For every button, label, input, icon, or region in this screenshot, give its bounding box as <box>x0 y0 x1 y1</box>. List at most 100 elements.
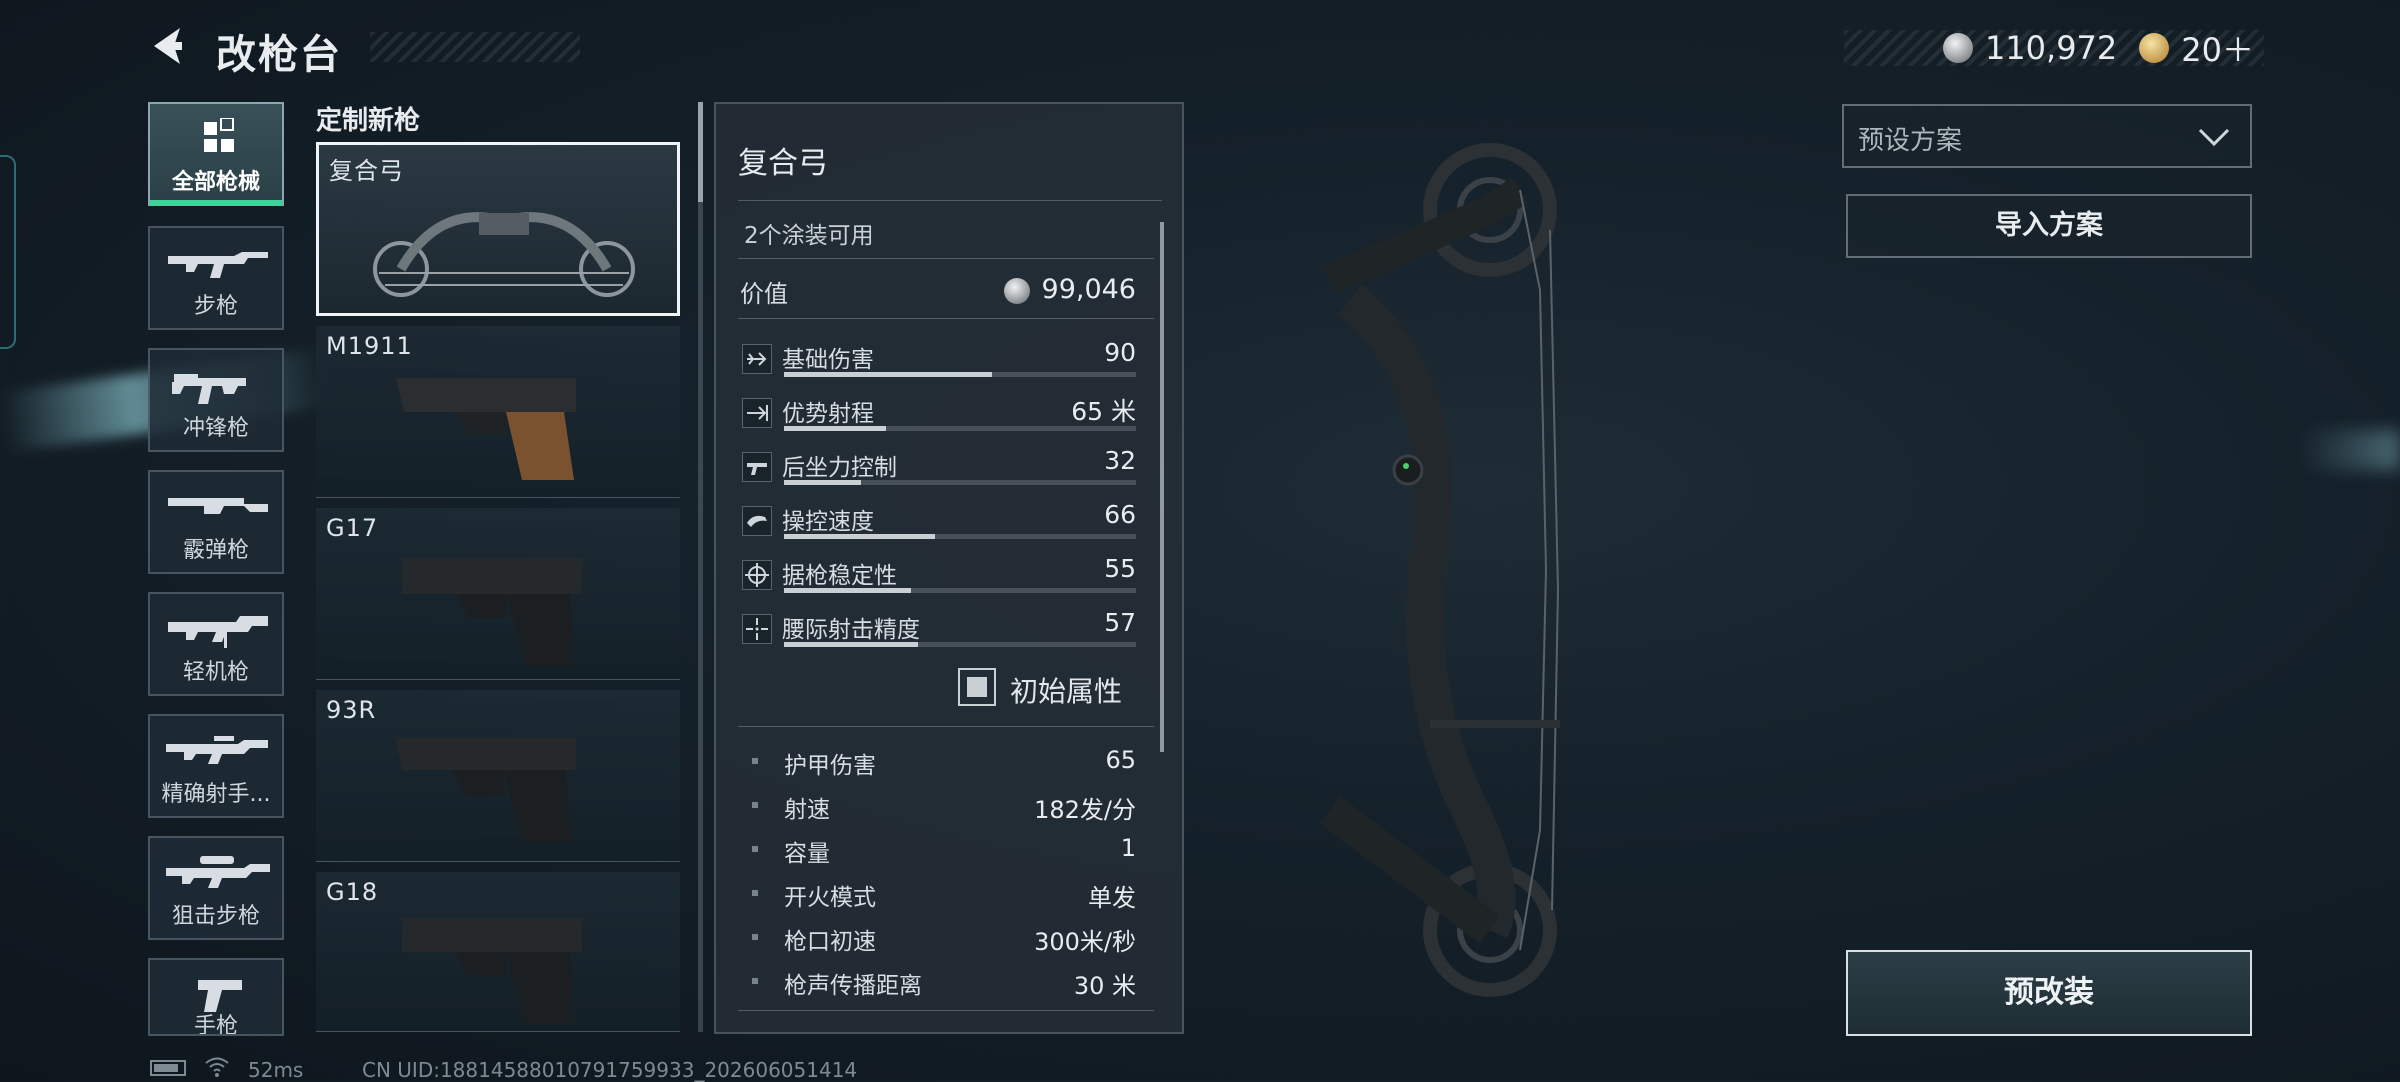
category-label: 冲锋枪 <box>182 416 249 441</box>
import-preset-button[interactable]: 导入方案 <box>1846 194 2252 258</box>
weapon-name: G17 <box>326 514 379 542</box>
weapon-detail-title: 复合弓 <box>738 146 828 181</box>
attr-label: 容量 <box>784 841 830 867</box>
attr-value: 182发/分 <box>1034 796 1136 824</box>
side-drawer-handle[interactable] <box>0 155 16 349</box>
category-smg[interactable]: 冲锋枪 <box>148 348 284 452</box>
divider <box>738 200 1162 201</box>
list-scrollbar[interactable] <box>698 102 703 1032</box>
ping-text: 52ms <box>248 1058 304 1082</box>
damage-icon <box>742 344 772 374</box>
stat-bar-fill <box>784 534 936 539</box>
stat-bar-fill <box>784 372 992 377</box>
bullet-icon <box>752 934 758 940</box>
shotgun-icon <box>168 498 268 514</box>
title-decoration <box>370 32 580 62</box>
stat-value: 32 <box>1104 446 1136 475</box>
gold-amount: 20＋ <box>2181 31 2254 69</box>
stat-bar-fill <box>784 588 911 593</box>
stat-value: 66 <box>1104 500 1136 529</box>
category-label: 步枪 <box>193 294 238 319</box>
stat-label: 基础伤害 <box>782 347 874 373</box>
stat-label: 据枪稳定性 <box>782 563 897 589</box>
stat-bar <box>784 642 1136 647</box>
compound-bow-render[interactable] <box>1290 130 1670 1010</box>
category-dmr[interactable]: 精确射手... <box>148 714 284 818</box>
silver-coin-icon <box>1942 33 1973 63</box>
divider <box>738 1010 1154 1011</box>
bullet-icon <box>752 978 758 984</box>
stat-bar-fill <box>784 426 887 431</box>
weapon-value: 99,046 <box>1041 274 1136 305</box>
category-rifle[interactable]: 步枪 <box>148 226 284 330</box>
stat-label: 优势射程 <box>782 401 874 427</box>
premod-button[interactable]: 预改装 <box>1846 950 2252 1036</box>
pistol-image <box>396 738 576 842</box>
gold-coin-icon <box>2139 33 2170 63</box>
stat-bar <box>784 588 1136 593</box>
divider <box>738 726 1154 727</box>
skins-available-text: 2个涂装可用 <box>744 223 874 249</box>
hipfire-icon <box>742 614 772 644</box>
category-sniper[interactable]: 狙击步枪 <box>148 836 284 940</box>
list-scroll-thumb[interactable] <box>698 102 703 202</box>
category-label: 全部枪械 <box>171 170 260 195</box>
page-title: 改枪台 <box>216 32 342 78</box>
category-label: 轻机枪 <box>182 660 249 685</box>
category-shotgun[interactable]: 霰弹枪 <box>148 470 284 574</box>
weapon-card-93r[interactable]: 93R <box>316 690 680 862</box>
weapon-name: 93R <box>326 696 377 724</box>
recoil-icon <box>742 452 772 482</box>
weapon-card-compound-bow[interactable]: 复合弓 <box>316 142 680 316</box>
sniper-icon <box>166 856 270 888</box>
grid-icon <box>204 118 234 152</box>
attr-value: 1 <box>1120 834 1136 862</box>
attr-label: 枪口初速 <box>784 929 876 955</box>
stat-label: 后坐力控制 <box>782 455 897 481</box>
back-button[interactable] <box>146 22 194 70</box>
attr-label: 护甲伤害 <box>784 753 876 779</box>
currency-bar: 110,972 20＋ <box>1844 29 2264 69</box>
stat-value: 57 <box>1104 608 1136 637</box>
rifle-icon <box>168 252 268 278</box>
import-label: 导入方案 <box>1995 210 2103 241</box>
stat-value: 65 米 <box>1071 397 1136 426</box>
preset-dropdown[interactable]: 预设方案 <box>1842 104 2252 168</box>
attr-value: 300米/秒 <box>1034 928 1136 956</box>
attr-label: 开火模式 <box>784 885 876 911</box>
handling-icon <box>742 506 772 536</box>
weapon-card-g17[interactable]: G17 <box>316 508 680 680</box>
attr-value: 65 <box>1105 746 1136 774</box>
bullet-icon <box>752 802 758 808</box>
stat-value: 90 <box>1104 338 1136 367</box>
range-icon <box>742 398 772 428</box>
detail-scrollbar[interactable] <box>1160 222 1164 752</box>
pistol-image <box>402 918 582 1024</box>
attr-label: 射速 <box>784 797 830 823</box>
smg-icon <box>172 374 246 404</box>
chevron-down-icon <box>2198 128 2230 147</box>
attr-value: 单发 <box>1088 884 1136 912</box>
category-lmg[interactable]: 轻机枪 <box>148 592 284 696</box>
list-title: 定制新枪 <box>316 106 421 136</box>
stat-label: 操控速度 <box>782 509 874 535</box>
uid-text: CN UID:18814588010791759933_202606051414 <box>362 1058 858 1082</box>
category-pistol[interactable]: 手枪 <box>148 958 284 1036</box>
attr-label: 枪声传播距离 <box>784 973 922 999</box>
weapon-card-m1911[interactable]: M1911 <box>316 326 680 498</box>
stability-icon <box>742 560 772 590</box>
category-all[interactable]: 全部枪械 <box>148 102 284 206</box>
stat-bar-fill <box>784 642 918 647</box>
stat-label: 腰际射击精度 <box>782 617 920 643</box>
pistol-image <box>396 378 576 480</box>
initial-attributes-checkbox[interactable] <box>958 668 996 706</box>
bullet-icon <box>752 758 758 764</box>
silver-amount: 110,972 <box>1984 29 2118 67</box>
category-label: 霰弹枪 <box>182 538 249 563</box>
value-label: 价值 <box>740 280 788 308</box>
category-label: 狙击步枪 <box>171 904 260 929</box>
background-light-streak-right <box>2300 430 2400 470</box>
weapon-card-g18[interactable]: G18 <box>316 872 680 1032</box>
compound-bow-image <box>373 212 635 297</box>
stat-bar <box>784 426 1136 431</box>
